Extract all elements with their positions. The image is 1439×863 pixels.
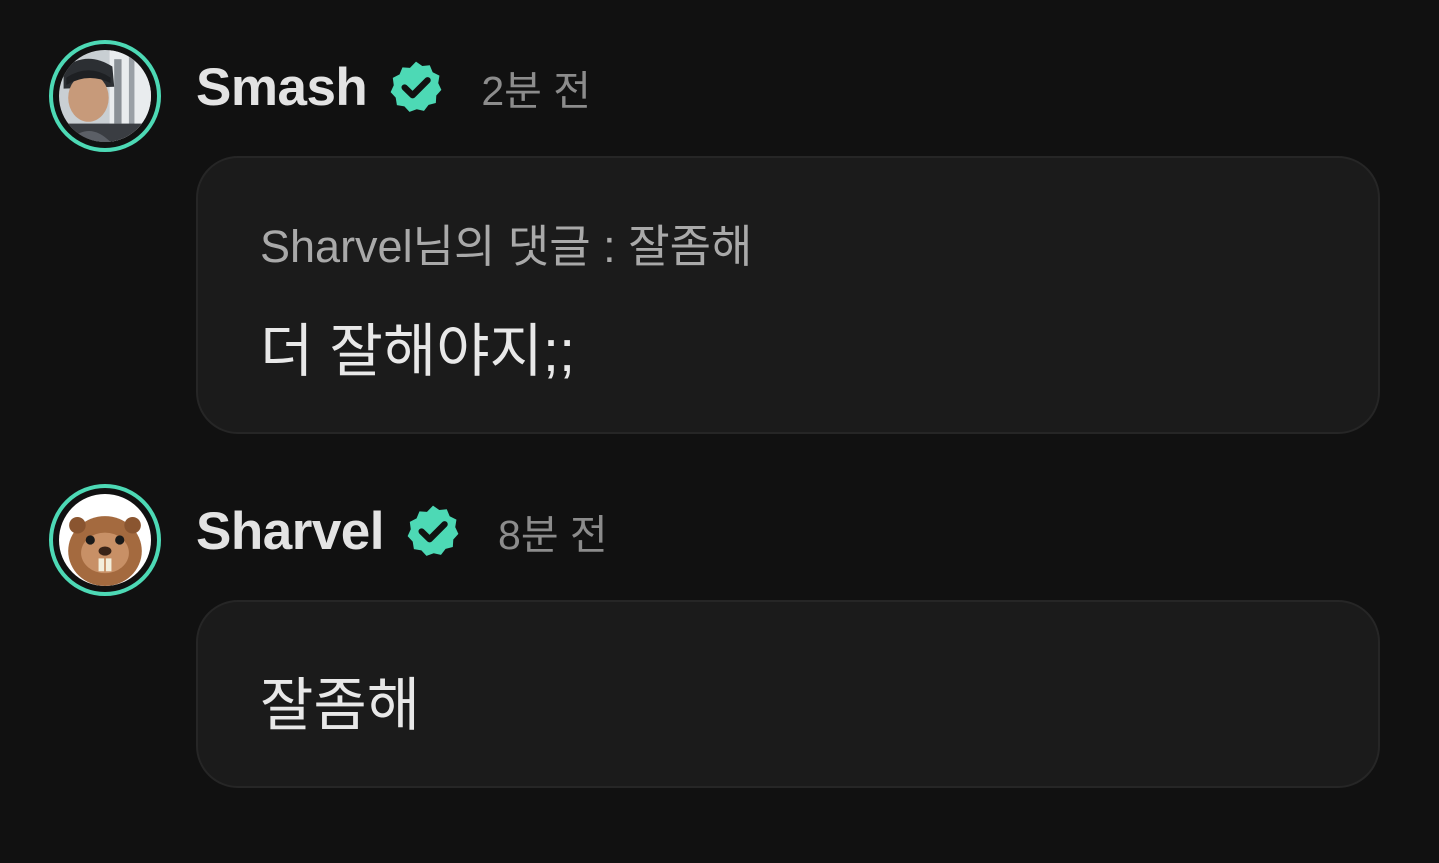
comment-bubble: 잘좀해 [196, 600, 1380, 788]
timestamp: 8분 전 [498, 512, 608, 558]
avatar[interactable] [49, 484, 161, 596]
comment-text: 잘좀해 [260, 673, 421, 738]
comment-header: Sharvel 8분 전 [196, 496, 608, 566]
beaver-avatar-icon [59, 494, 151, 586]
verified-check-icon [407, 505, 459, 556]
username[interactable]: Sharvel [196, 501, 385, 562]
comment-item: Sharvel 8분 전 잘좀해 [0, 0, 1439, 800]
